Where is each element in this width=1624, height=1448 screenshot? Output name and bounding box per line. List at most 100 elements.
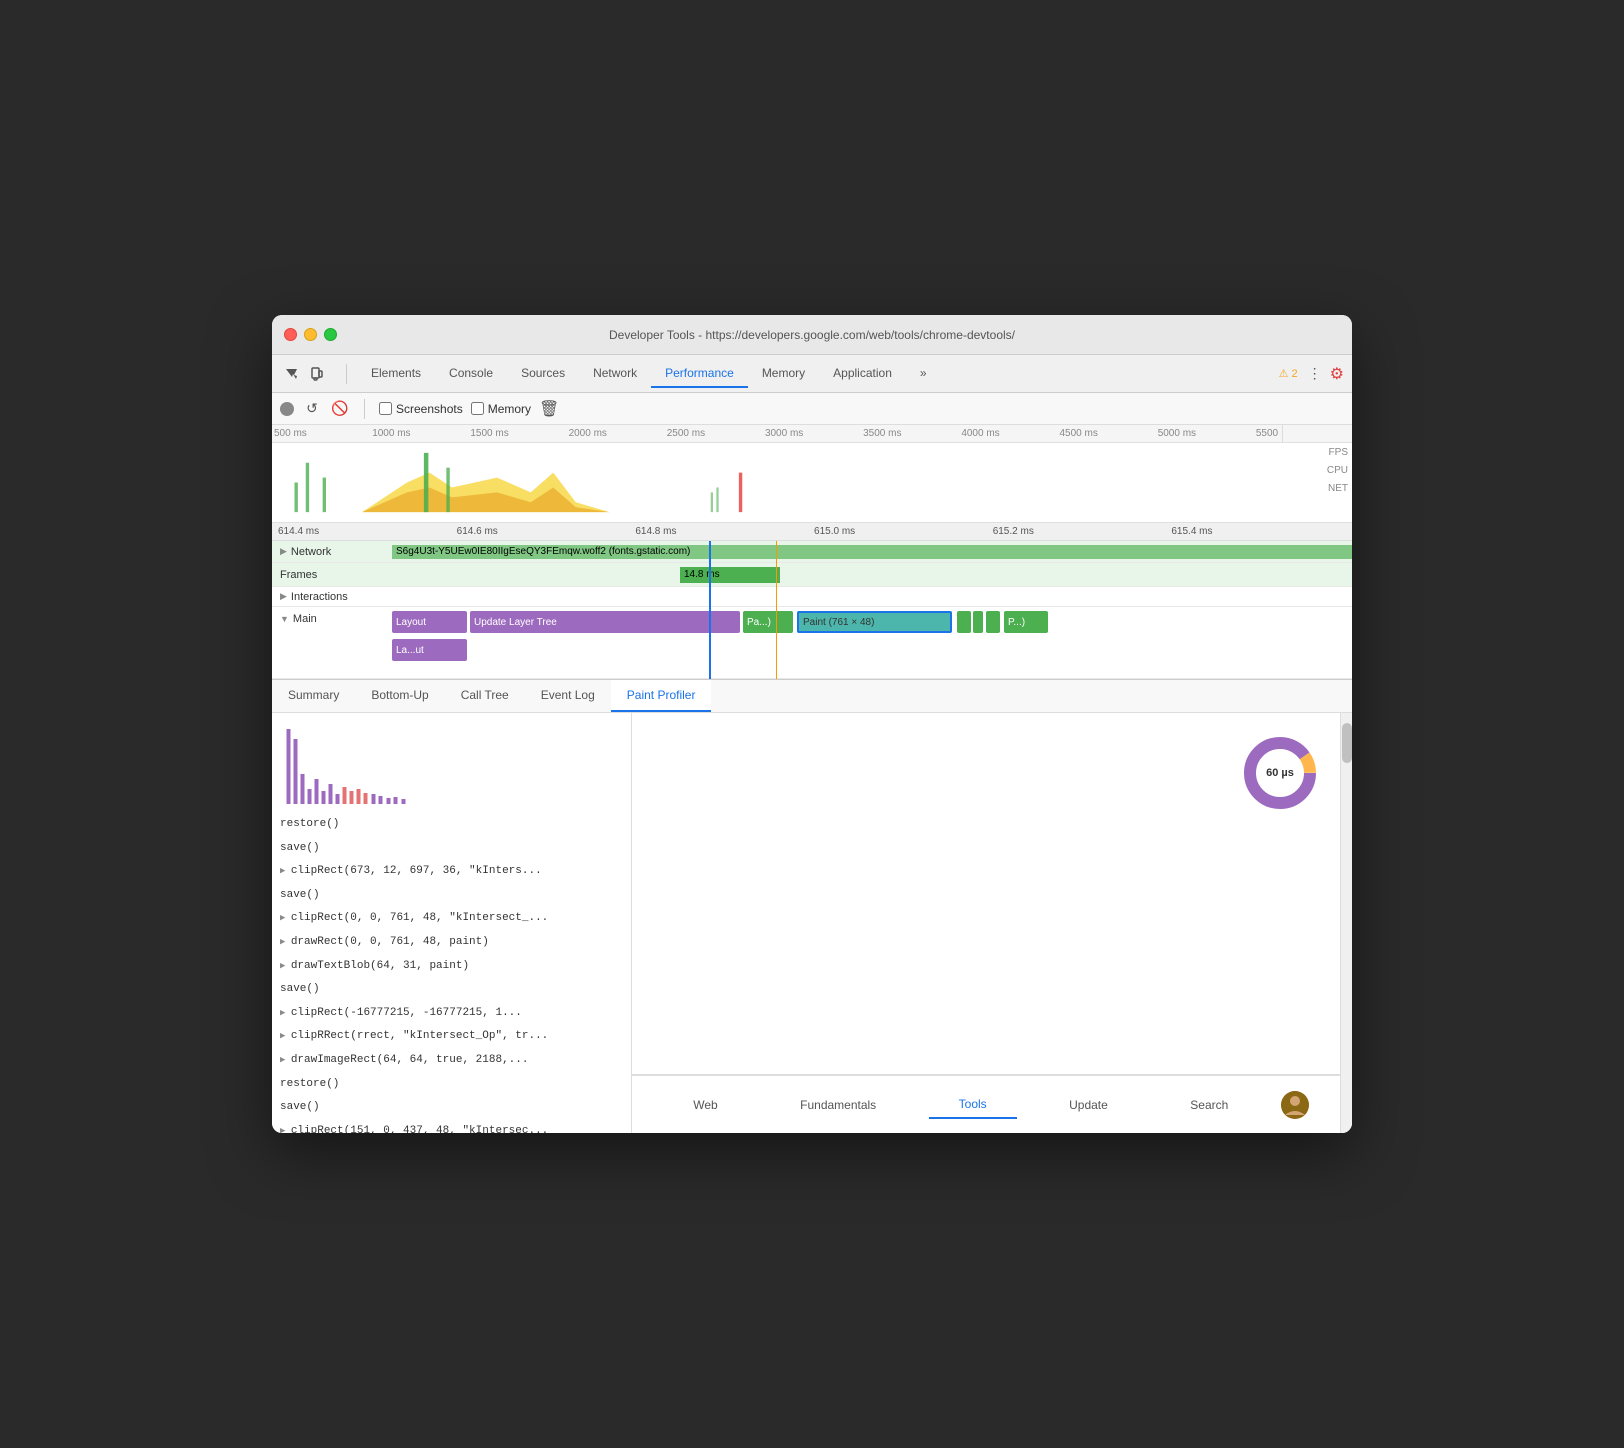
tab-paint-profiler[interactable]: Paint Profiler xyxy=(611,680,712,712)
main-content: Layout Update Layer Tree Pa...) Paint (7… xyxy=(392,607,1352,679)
paint-item-save2[interactable]: save() xyxy=(272,884,631,908)
network-label: ▶ Network xyxy=(272,546,392,558)
frames-content: 14.8 ms xyxy=(392,563,1352,587)
network-content: S6g4U3t-Y5UEw0IE80IIgEseQY3FEmqw.woff2 (… xyxy=(392,541,1352,563)
interactions-content xyxy=(392,587,1352,607)
memory-input[interactable] xyxy=(471,402,484,415)
maximize-button[interactable] xyxy=(324,328,337,341)
tab-call-tree[interactable]: Call Tree xyxy=(445,680,525,712)
bar-chart xyxy=(272,713,631,813)
zoom-615.2: 615.2 ms xyxy=(991,526,1170,537)
paint-item-restore1[interactable]: restore() xyxy=(272,813,631,837)
paint-item-save3[interactable]: save() xyxy=(272,978,631,1002)
tab-memory[interactable]: Memory xyxy=(748,360,819,388)
update-layer-tree-block[interactable]: Update Layer Tree xyxy=(470,611,740,633)
memory-checkbox[interactable]: Memory xyxy=(471,402,531,416)
nav-search-label: Search xyxy=(1190,1098,1228,1112)
cursor-icon[interactable] xyxy=(280,363,302,385)
clear-button[interactable]: 🚫 xyxy=(330,399,350,419)
tab-summary[interactable]: Summary xyxy=(272,680,355,712)
zoom-614.4: 614.4 ms xyxy=(276,526,455,537)
ruler-mark-3500: 3500 ms xyxy=(861,428,959,439)
tab-bottom-up[interactable]: Bottom-Up xyxy=(355,680,444,712)
paint-large-block[interactable]: Paint (761 × 48) xyxy=(797,611,952,633)
page-preview: Web Fundamentals Tools Update Search xyxy=(632,1074,1340,1133)
tab-application[interactable]: Application xyxy=(819,360,906,388)
tab-console[interactable]: Console xyxy=(435,360,507,388)
interactions-track-row: ▶ Interactions xyxy=(272,587,1352,607)
tab-sources[interactable]: Sources xyxy=(507,360,579,388)
nav-tools-label: Tools xyxy=(959,1097,987,1111)
tab-more[interactable]: » xyxy=(906,360,941,388)
ruler-mark-4500: 4500 ms xyxy=(1058,428,1156,439)
paint-item-save4[interactable]: save() xyxy=(272,1096,631,1120)
timeline-ruler: 500 ms 1000 ms 1500 ms 2000 ms 2500 ms 3… xyxy=(272,425,1352,443)
scrollbar[interactable] xyxy=(1340,713,1352,1133)
toolbar-right: ⚠ 2 ⋮ xyxy=(1279,363,1326,385)
user-avatar[interactable] xyxy=(1281,1091,1309,1119)
screenshots-checkbox[interactable]: Screenshots xyxy=(379,402,463,416)
paint-item-drawrect[interactable]: drawRect(0, 0, 761, 48, paint) xyxy=(272,931,631,955)
paint-item-cliprect2[interactable]: clipRect(0, 0, 761, 48, "kIntersect_... xyxy=(272,907,631,931)
bottom-content: restore() save() clipRect(673, 12, 697, … xyxy=(272,713,1352,1133)
paint-item-save1[interactable]: save() xyxy=(272,837,631,861)
nav-search[interactable]: Search xyxy=(1160,1092,1258,1118)
zoom-614.6: 614.6 ms xyxy=(455,526,634,537)
paint-item-cliprect4[interactable]: clipRect(151, 0, 437, 48, "kIntersec... xyxy=(272,1120,631,1133)
main-toolbar: Elements Console Sources Network Perform… xyxy=(272,355,1352,393)
settings-icon[interactable]: ⚙ xyxy=(1330,364,1344,384)
network-track-row: ▶ Network S6g4U3t-Y5UEw0IE80IIgEseQY3FEm… xyxy=(272,541,1352,563)
nav-update[interactable]: Update xyxy=(1039,1092,1138,1118)
nav-fundamentals[interactable]: Fundamentals xyxy=(770,1092,906,1118)
minimize-button[interactable] xyxy=(304,328,317,341)
refresh-button[interactable]: ↺ xyxy=(302,399,322,419)
paint-item-cliprrect[interactable]: clipRRect(rrect, "kIntersect_Op", tr... xyxy=(272,1025,631,1049)
nav-tools[interactable]: Tools xyxy=(929,1091,1017,1119)
record-bar: ↺ 🚫 Screenshots Memory 🗑 xyxy=(272,393,1352,425)
paint-list[interactable]: restore() save() clipRect(673, 12, 697, … xyxy=(272,713,632,1133)
donut-label: 60 µs xyxy=(1266,767,1294,779)
record-button[interactable] xyxy=(280,402,294,416)
paint-item-cliprect3[interactable]: clipRect(-16777215, -16777215, 1... xyxy=(272,1002,631,1026)
traffic-lights xyxy=(284,328,337,341)
tab-network[interactable]: Network xyxy=(579,360,651,388)
paint-end-block[interactable]: P...) xyxy=(1004,611,1048,633)
close-button[interactable] xyxy=(284,328,297,341)
tab-event-log[interactable]: Event Log xyxy=(525,680,611,712)
timeline-container: 500 ms 1000 ms 1500 ms 2000 ms 2500 ms 3… xyxy=(272,425,1352,679)
cpu-label: CPU xyxy=(1327,465,1348,476)
ruler-mark-1500: 1500 ms xyxy=(468,428,566,439)
scrollbar-thumb[interactable] xyxy=(1342,723,1352,763)
devtools-window: Developer Tools - https://developers.goo… xyxy=(272,315,1352,1133)
layout-block[interactable]: Layout xyxy=(392,611,467,633)
paint-item-drawimagerect[interactable]: drawImageRect(64, 64, true, 2188,... xyxy=(272,1049,631,1073)
paint-small-block[interactable]: Pa...) xyxy=(743,611,793,633)
interactions-text: Interactions xyxy=(291,591,348,603)
fps-chart: FPS CPU NET xyxy=(272,443,1352,523)
ruler-mark-5000: 5000 ms xyxy=(1156,428,1254,439)
frames-label: Frames xyxy=(272,569,392,581)
paint-item-drawtextblob1[interactable]: drawTextBlob(64, 31, paint) xyxy=(272,955,631,979)
main-text: Main xyxy=(293,613,317,625)
page-nav: Web Fundamentals Tools Update Search xyxy=(632,1075,1340,1133)
zoom-615.4: 615.4 ms xyxy=(1169,526,1348,537)
interactions-label: ▶ Interactions xyxy=(272,591,392,603)
nav-web[interactable]: Web xyxy=(663,1092,747,1118)
more-menu-icon[interactable]: ⋮ xyxy=(1304,363,1326,385)
frames-text: Frames xyxy=(280,569,317,581)
ruler-mark-500: 500 ms xyxy=(272,428,370,439)
tab-elements[interactable]: Elements xyxy=(357,360,435,388)
trash-button[interactable]: 🗑 xyxy=(539,399,559,419)
frames-value: 14.8 ms xyxy=(684,569,720,580)
device-icon[interactable] xyxy=(306,363,328,385)
paint-item-restore2[interactable]: restore() xyxy=(272,1073,631,1097)
tab-performance[interactable]: Performance xyxy=(651,360,748,388)
titlebar: Developer Tools - https://developers.goo… xyxy=(272,315,1352,355)
main-label: ▼ Main xyxy=(272,607,392,625)
nav-web-label: Web xyxy=(693,1098,717,1112)
paint-item-cliprect1[interactable]: clipRect(673, 12, 697, 36, "kInters... xyxy=(272,860,631,884)
screenshots-input[interactable] xyxy=(379,402,392,415)
screenshots-label: Screenshots xyxy=(396,402,463,416)
net-label: NET xyxy=(1328,483,1348,494)
layout-second-block[interactable]: La...ut xyxy=(392,639,467,661)
